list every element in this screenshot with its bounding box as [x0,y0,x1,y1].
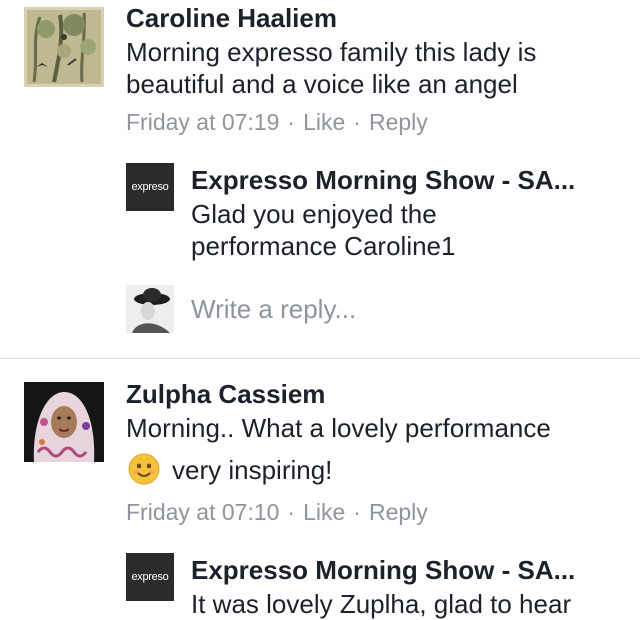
separator: · [353,109,361,135]
avatar-zulpha[interactable] [24,382,104,462]
comment-text-line: very inspiring! [172,455,333,485]
author-name[interactable]: Caroline Haaliem [126,3,337,34]
comment-text-line: Morning.. What a lovely performance [126,413,551,443]
woman-hat-photo [126,285,174,333]
comment-meta: Friday at 07:10 · Like · Reply [126,499,428,526]
like-link[interactable]: Like [303,109,345,135]
smiling-face-emoji [128,453,160,485]
separator: · [287,109,296,135]
logo-text: expreso [131,181,169,193]
comment-text-line: beautiful and a voice like an angel [126,69,518,99]
current-user-avatar [126,285,174,333]
forest-painting-image [24,7,104,87]
comment-divider [0,358,640,359]
expresso-logo[interactable]: expreso [126,553,174,601]
reply-text-line: performance Caroline1 [191,231,456,261]
timestamp[interactable]: Friday at 07:19 [126,109,279,135]
woman-headscarf-photo [24,382,104,462]
comment-meta: Friday at 07:19 · Like · Reply [126,109,428,136]
reply-text-line: Glad you enjoyed the [191,199,437,229]
timestamp[interactable]: Friday at 07:10 [126,499,279,525]
write-reply-input[interactable]: Write a reply... [191,294,356,325]
logo-text: expreso [131,571,169,583]
page-author-name[interactable]: Expresso Morning Show - SA... [191,165,575,196]
like-link[interactable]: Like [303,499,345,525]
reply-link[interactable]: Reply [369,499,428,525]
reply-text-line: It was lovely Zuplha, glad to hear [191,589,572,619]
avatar-caroline[interactable] [24,7,104,87]
reply-link[interactable]: Reply [369,109,428,135]
separator: · [353,499,361,525]
separator: · [287,499,296,525]
comment-text-line: Morning expresso family this lady is [126,37,537,67]
page-author-name[interactable]: Expresso Morning Show - SA... [191,555,575,586]
expresso-logo[interactable]: expreso [126,163,174,211]
author-name[interactable]: Zulpha Cassiem [126,379,325,410]
